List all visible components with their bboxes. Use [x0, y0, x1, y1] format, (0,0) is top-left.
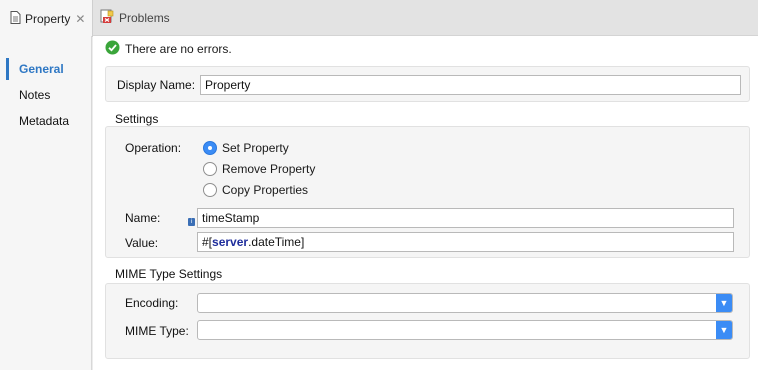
radio-set-property-label: Set Property	[222, 141, 289, 155]
operation-label: Operation:	[125, 141, 182, 155]
mime-settings-title: MIME Type Settings	[115, 267, 223, 281]
main-content: There are no errors. Display Name: Prope…	[93, 36, 758, 370]
tab-property[interactable]: Property ✕	[0, 0, 93, 37]
tab-property-label: Property	[25, 11, 71, 26]
sidebar: General Notes Metadata	[0, 36, 92, 370]
sidebar-item-metadata[interactable]: Metadata	[0, 110, 92, 132]
radio-copy-properties-label: Copy Properties	[222, 183, 309, 197]
editor-tab-bar: Property ✕ Problems	[0, 0, 758, 37]
expression-keyword: server	[212, 235, 249, 249]
radio-remove-property[interactable]: Remove Property	[203, 162, 315, 176]
encoding-select[interactable]: ▼	[197, 293, 733, 313]
chevron-down-icon[interactable]: ▼	[716, 321, 732, 339]
check-circle-icon	[105, 40, 120, 58]
problems-icon	[100, 9, 115, 27]
property-file-icon	[10, 10, 21, 27]
chevron-down-icon[interactable]: ▼	[716, 294, 732, 312]
tab-problems[interactable]: Problems	[98, 0, 170, 36]
name-input[interactable]: timeStamp	[197, 208, 734, 228]
status-message: There are no errors.	[105, 40, 232, 58]
sidebar-item-notes[interactable]: Notes	[0, 84, 92, 106]
settings-title: Settings	[115, 112, 159, 126]
sidebar-item-general[interactable]: General	[0, 58, 92, 80]
expression-suffix: .dateTime]	[248, 235, 305, 249]
status-text: There are no errors.	[125, 42, 232, 56]
mime-settings-panel: Encoding: ▼ MIME Type: ▼	[105, 283, 750, 359]
value-expression-input[interactable]: #[server.dateTime]	[197, 232, 734, 252]
name-label: Name:	[125, 211, 161, 225]
mime-type-label: MIME Type:	[125, 324, 189, 338]
mime-type-select[interactable]: ▼	[197, 320, 733, 340]
radio-button-checked[interactable]	[203, 141, 217, 155]
display-name-input[interactable]: Property	[200, 75, 741, 95]
radio-button[interactable]	[203, 162, 217, 176]
display-name-label: Display Name:	[117, 78, 196, 92]
value-label: Value:	[125, 236, 159, 250]
info-icon: i	[188, 218, 195, 226]
radio-remove-property-label: Remove Property	[222, 162, 316, 176]
radio-set-property[interactable]: Set Property	[203, 141, 289, 155]
tab-problems-label: Problems	[119, 11, 170, 25]
encoding-label: Encoding:	[125, 296, 179, 310]
close-icon[interactable]: ✕	[75, 12, 85, 26]
settings-panel: Operation: Set Property Remove Property …	[105, 126, 750, 258]
radio-button[interactable]	[203, 183, 217, 197]
radio-copy-properties[interactable]: Copy Properties	[203, 183, 308, 197]
display-name-panel: Display Name: Property	[105, 66, 750, 102]
expression-prefix: #[	[202, 235, 213, 249]
